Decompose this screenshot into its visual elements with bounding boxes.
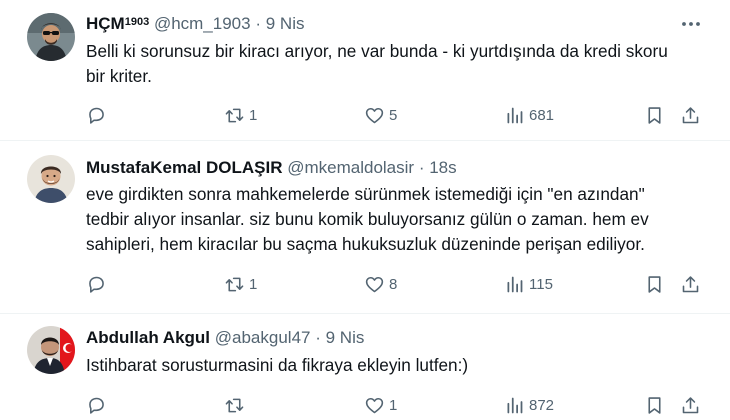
timestamp[interactable]: 9 Nis xyxy=(326,328,365,347)
share-icon xyxy=(682,275,699,292)
action-bar: 1 5 681 xyxy=(86,103,730,127)
display-name-suffix: 1903 xyxy=(124,16,150,28)
reply-icon xyxy=(89,276,104,293)
views-button[interactable]: 872 xyxy=(504,393,554,417)
analytics-icon xyxy=(507,276,523,292)
reply-icon xyxy=(89,107,104,124)
tweet-text-line: sahipleri, hem kiracılar bu saçma hukuks… xyxy=(86,234,645,254)
separator-dot: · xyxy=(418,158,425,177)
display-name[interactable]: MustafaKemal DOLAŞIR xyxy=(86,158,282,177)
tweet-text-line: tedbir alıyor insanlar. siz bunu komik b… xyxy=(86,209,649,229)
separator-dot: · xyxy=(315,328,321,347)
like-count: 5 xyxy=(389,106,398,124)
like-count: 1 xyxy=(389,396,398,414)
view-count: 872 xyxy=(529,396,555,414)
tweet[interactable]: HÇM1903 @hcm_1903 · 9 Nis Belli ki sorun… xyxy=(0,0,730,140)
reply-icon xyxy=(89,397,104,414)
retweet-icon xyxy=(225,398,244,412)
retweet-icon xyxy=(225,108,244,122)
share-button[interactable] xyxy=(680,103,701,127)
reply-button[interactable] xyxy=(86,393,111,417)
separator-dot: · xyxy=(255,14,261,33)
share-button[interactable] xyxy=(680,393,701,417)
tweet-text: eve girdikten sonra mahkemelerde sürünme… xyxy=(86,182,711,257)
views-button[interactable]: 681 xyxy=(504,103,554,127)
share-button[interactable] xyxy=(680,272,701,296)
avatar[interactable] xyxy=(27,13,75,61)
avatar[interactable] xyxy=(27,326,75,374)
retweet-button[interactable] xyxy=(224,393,249,417)
tweet[interactable]: MustafaKemal DOLAŞIR @mkemaldolasir · 18… xyxy=(0,141,730,316)
bookmark-icon xyxy=(648,275,661,293)
analytics-icon xyxy=(507,397,523,413)
reply-button[interactable] xyxy=(86,103,111,127)
like-button[interactable]: 8 xyxy=(364,272,397,296)
retweet-button[interactable]: 1 xyxy=(224,272,257,296)
tweet-text: Belli ki sorunsuz bir kiracı arıyor, ne … xyxy=(86,39,711,89)
display-name[interactable]: HÇM1903 xyxy=(86,14,149,33)
username[interactable]: @mkemaldolasir xyxy=(287,158,414,177)
bookmark-icon xyxy=(648,396,661,414)
bookmark-button[interactable] xyxy=(644,272,665,296)
username[interactable]: @abakgul47 xyxy=(215,328,311,347)
view-count: 115 xyxy=(529,275,553,293)
timestamp[interactable]: 18s xyxy=(429,158,456,177)
like-button[interactable]: 1 xyxy=(364,393,397,417)
views-button[interactable]: 115 xyxy=(504,272,553,296)
tweet-text-line: Belli ki sorunsuz bir kiracı arıyor, ne … xyxy=(86,41,668,61)
tweet-text: Istihbarat sorusturmasini da fikraya ekl… xyxy=(86,353,711,378)
retweet-button[interactable]: 1 xyxy=(224,103,257,127)
action-bar: 1 872 xyxy=(86,393,730,417)
bookmark-button[interactable] xyxy=(644,393,665,417)
retweet-count: 1 xyxy=(249,106,258,124)
reply-button[interactable] xyxy=(86,272,111,296)
tweet[interactable]: Abdullah Akgul @abakgul47 · 9 Nis Istihb… xyxy=(0,314,730,420)
view-count: 681 xyxy=(529,106,555,124)
share-icon xyxy=(682,106,699,123)
username[interactable]: @hcm_1903 xyxy=(154,14,251,33)
heart-icon xyxy=(365,107,384,123)
retweet-icon xyxy=(225,277,244,291)
like-button[interactable]: 5 xyxy=(364,103,397,127)
display-name[interactable]: Abdullah Akgul xyxy=(86,328,210,347)
tweet-text-line: bir kriter. xyxy=(86,66,152,86)
avatar[interactable] xyxy=(27,155,75,203)
tweet-text-line: eve girdikten sonra mahkemelerde sürünme… xyxy=(86,184,645,204)
heart-icon xyxy=(365,276,384,292)
more-options-icon[interactable] xyxy=(680,16,702,32)
bookmark-icon xyxy=(648,106,661,124)
like-count: 8 xyxy=(389,275,398,293)
share-icon xyxy=(682,396,699,413)
timestamp[interactable]: 9 Nis xyxy=(266,14,305,33)
tweet-text-line: Istihbarat sorusturmasini da fikraya ekl… xyxy=(86,355,469,375)
bookmark-button[interactable] xyxy=(644,103,665,127)
analytics-icon xyxy=(507,107,523,123)
heart-icon xyxy=(365,397,384,413)
action-bar: 1 8 115 xyxy=(86,272,730,296)
retweet-count: 1 xyxy=(249,275,258,293)
